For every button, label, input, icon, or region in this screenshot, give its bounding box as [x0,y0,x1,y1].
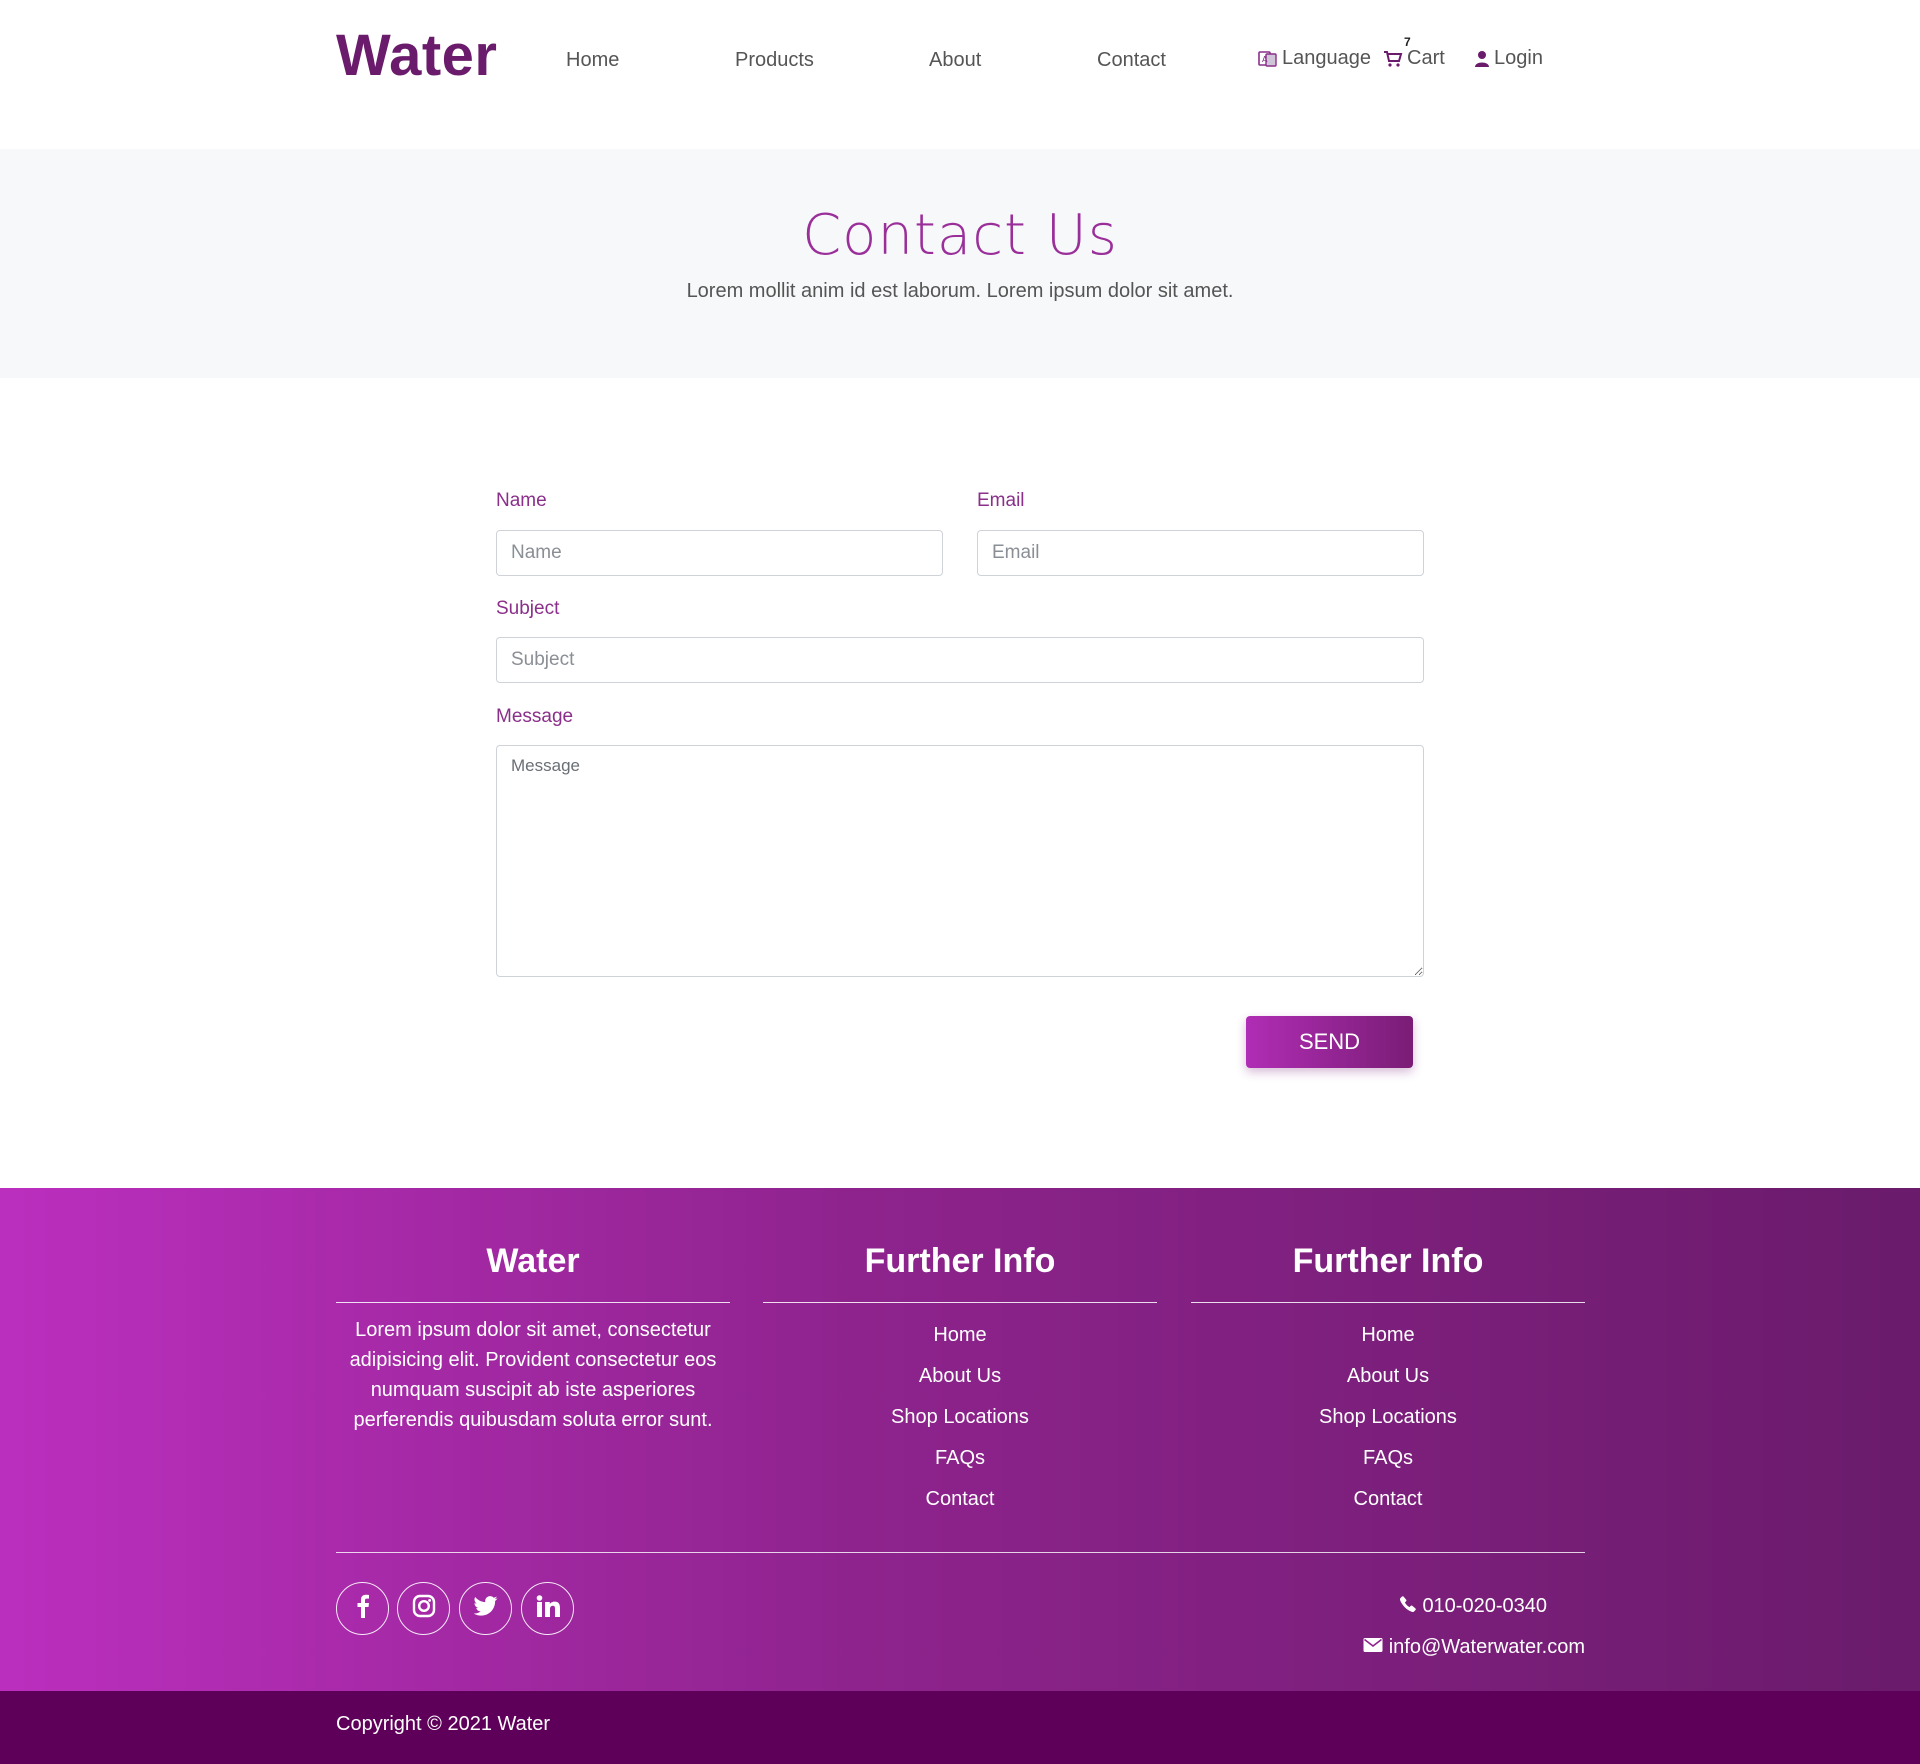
footer-link-about-us[interactable]: About Us [1191,1364,1585,1388]
footer-link-faqs[interactable]: FAQs [1191,1446,1585,1470]
send-button[interactable]: SEND [1246,1016,1413,1068]
login-label: Login [1494,47,1543,69]
footer-divider [1191,1302,1585,1303]
footer-link-about-us[interactable]: About Us [763,1364,1157,1388]
name-label: Name [496,490,547,511]
footer-link-faqs[interactable]: FAQs [763,1446,1157,1470]
footer-divider [763,1302,1157,1303]
subject-field[interactable] [496,637,1424,683]
site-footer: Water Lorem ipsum dolor sit amet, consec… [0,1188,1920,1691]
email-field[interactable] [977,530,1424,576]
cart-count-badge: 7 [1404,35,1411,49]
footer-brand-title: Water [486,1242,580,1280]
linkedin-icon [536,1595,560,1622]
message-label: Message [496,706,574,727]
footer-about-text: Lorem ipsum dolor sit amet, consectetur … [349,1319,717,1431]
page-hero: Contact Us Lorem mollit anim id est labo… [0,149,1920,378]
phone-number: 010-020-0340 [1422,1595,1547,1617]
twitter-icon [473,1596,498,1621]
instagram-icon [412,1594,436,1623]
copyright-bar: Copyright © 2021 Water [0,1691,1920,1764]
footer-divider [336,1552,1585,1553]
facebook-link[interactable] [336,1582,389,1635]
language-selector[interactable]: A Language [1258,47,1371,70]
linkedin-link[interactable] [521,1582,574,1635]
site-header: Water Home Products About Contact A Lang… [0,0,1920,149]
instagram-link[interactable] [397,1582,450,1635]
footer-links-column: Further Info Home About Us Shop Location… [1191,1188,1585,1528]
svg-text:A: A [1262,55,1268,64]
footer-email[interactable]: info@Waterwater.com [1363,1636,1585,1659]
footer-links-column: Further Info Home About Us Shop Location… [763,1188,1157,1528]
footer-link-list: Home About Us Shop Locations FAQs Contac… [763,1323,1157,1511]
footer-link-home[interactable]: Home [1191,1323,1585,1347]
nav-item-about[interactable]: About [929,49,981,72]
footer-link-shop-locations[interactable]: Shop Locations [1191,1405,1585,1429]
login-link[interactable]: Login [1474,47,1543,70]
cart-icon [1383,50,1403,68]
name-field[interactable] [496,530,943,576]
footer-link-list: Home About Us Shop Locations FAQs Contac… [1191,1323,1585,1511]
twitter-link[interactable] [459,1582,512,1635]
cart-label: Cart [1407,47,1445,69]
footer-link-contact[interactable]: Contact [1191,1487,1585,1511]
footer-phone[interactable]: 010-020-0340 [1400,1595,1547,1618]
footer-column-title: Further Info [864,1242,1056,1280]
email-label: Email [977,490,1025,511]
footer-divider [336,1302,730,1303]
subject-label: Subject [496,598,560,619]
copyright-text: Copyright © 2021 Water [336,1713,551,1735]
footer-link-shop-locations[interactable]: Shop Locations [763,1405,1157,1429]
nav-item-contact[interactable]: Contact [1097,49,1166,72]
footer-column-title: Further Info [1292,1242,1484,1280]
page-title: Contact Us [802,203,1118,268]
facebook-icon [356,1594,370,1623]
phone-icon [1400,1595,1417,1618]
nav-item-home[interactable]: Home [566,49,619,72]
message-field[interactable] [496,745,1424,977]
footer-link-home[interactable]: Home [763,1323,1157,1347]
brand-logo[interactable]: Water [336,22,498,89]
user-icon [1474,50,1490,68]
language-label: Language [1282,47,1371,69]
page-subtitle: Lorem mollit anim id est laborum. Lorem … [686,280,1234,302]
cart-link[interactable]: 7 Cart [1383,35,1445,70]
email-address: info@Waterwater.com [1388,1636,1585,1658]
envelope-icon [1363,1636,1383,1659]
footer-link-contact[interactable]: Contact [763,1487,1157,1511]
language-icon: A [1258,50,1278,68]
nav-item-products[interactable]: Products [735,49,814,72]
footer-about-column: Water Lorem ipsum dolor sit amet, consec… [336,1188,730,1435]
